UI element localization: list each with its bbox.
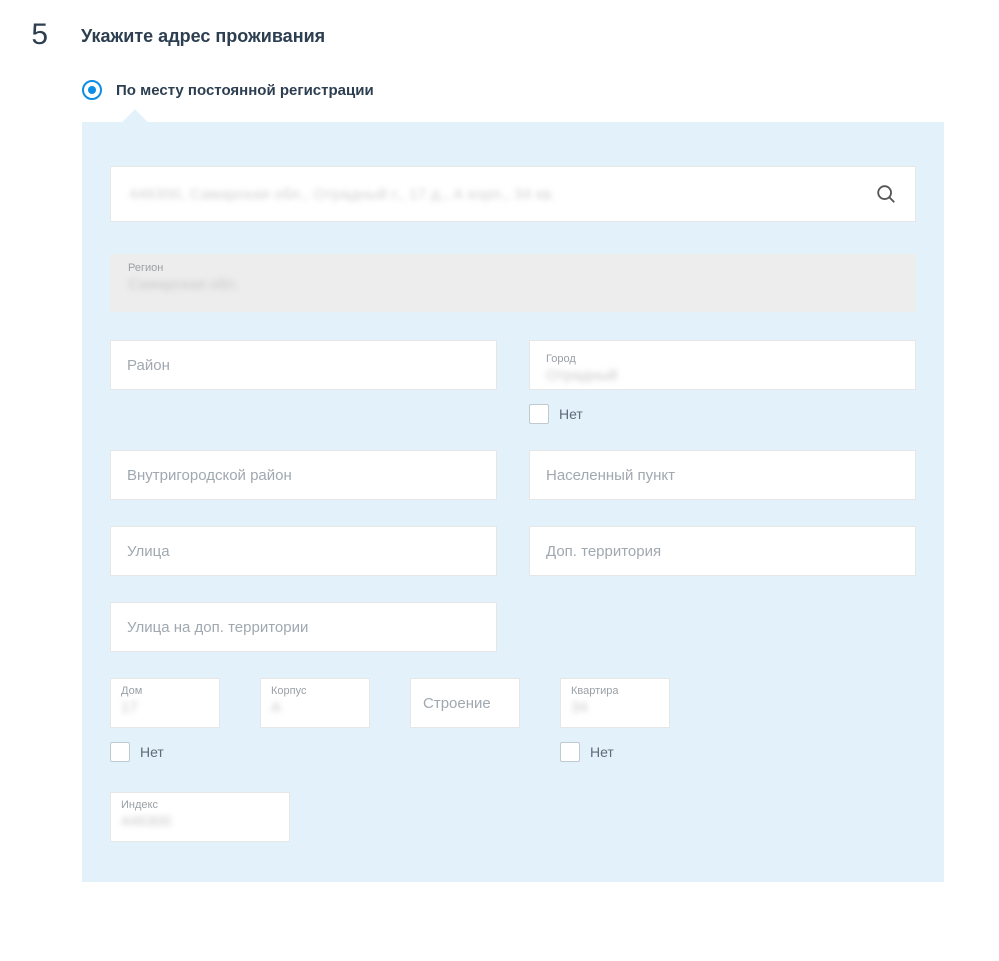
- settlement-placeholder: Населенный пункт: [546, 467, 675, 484]
- address-panel: 446300, Самарская обл., Отрадный г., 17 …: [82, 122, 944, 882]
- apartment-none-label: Нет: [590, 744, 614, 760]
- inner-district-placeholder: Внутригородской район: [127, 467, 292, 484]
- settlement-input[interactable]: Населенный пункт: [529, 450, 916, 500]
- apartment-label: Квартира: [571, 685, 659, 697]
- step-header: 5 Укажите адрес проживания: [28, 20, 944, 50]
- postcode-label: Индекс: [121, 799, 279, 811]
- apartment-none-checkbox[interactable]: Нет: [560, 742, 670, 762]
- extra-territory-input[interactable]: Доп. территория: [529, 526, 916, 576]
- building-part-input[interactable]: Корпус А: [260, 678, 370, 728]
- region-value: Самарская обл.: [128, 276, 898, 293]
- address-search-value: 446300, Самарская обл., Отрадный г., 17 …: [129, 186, 875, 203]
- street-placeholder: Улица: [127, 543, 170, 560]
- house-value: 17: [121, 699, 209, 716]
- address-search-input[interactable]: 446300, Самарская обл., Отрадный г., 17 …: [110, 166, 916, 222]
- region-label: Регион: [128, 262, 898, 274]
- search-icon: [875, 183, 897, 205]
- building-part-value: А: [271, 699, 359, 716]
- city-none-checkbox[interactable]: Нет: [529, 404, 916, 424]
- radio-label: По месту постоянной регистрации: [116, 82, 374, 99]
- checkbox-icon: [529, 404, 549, 424]
- postcode-input[interactable]: Индекс 446300: [110, 792, 290, 842]
- street-extra-input[interactable]: Улица на доп. территории: [110, 602, 497, 652]
- apartment-input[interactable]: Квартира 34: [560, 678, 670, 728]
- house-none-label: Нет: [140, 744, 164, 760]
- apartment-value: 34: [571, 699, 659, 716]
- city-label: Город: [546, 353, 576, 365]
- radio-registration-address[interactable]: По месту постоянной регистрации: [82, 80, 944, 100]
- structure-input[interactable]: Строение: [410, 678, 520, 728]
- city-value: Отрадный: [546, 367, 617, 384]
- district-placeholder: Район: [127, 357, 170, 374]
- checkbox-icon: [110, 742, 130, 762]
- checkbox-icon: [560, 742, 580, 762]
- district-input[interactable]: Район: [110, 340, 497, 390]
- extra-territory-placeholder: Доп. территория: [546, 543, 661, 560]
- radio-icon: [82, 80, 102, 100]
- city-input[interactable]: Город Отрадный: [529, 340, 916, 390]
- postcode-value: 446300: [121, 813, 279, 830]
- house-label: Дом: [121, 685, 209, 697]
- street-input[interactable]: Улица: [110, 526, 497, 576]
- inner-district-input[interactable]: Внутригородской район: [110, 450, 497, 500]
- step-number: 5: [28, 20, 48, 50]
- house-none-checkbox[interactable]: Нет: [110, 742, 220, 762]
- city-none-label: Нет: [559, 406, 583, 422]
- street-extra-placeholder: Улица на доп. территории: [127, 619, 308, 636]
- step-title: Укажите адрес проживания: [81, 20, 325, 47]
- region-field: Регион Самарская обл.: [110, 254, 916, 312]
- house-input[interactable]: Дом 17: [110, 678, 220, 728]
- building-part-label: Корпус: [271, 685, 359, 697]
- structure-placeholder: Строение: [423, 695, 491, 712]
